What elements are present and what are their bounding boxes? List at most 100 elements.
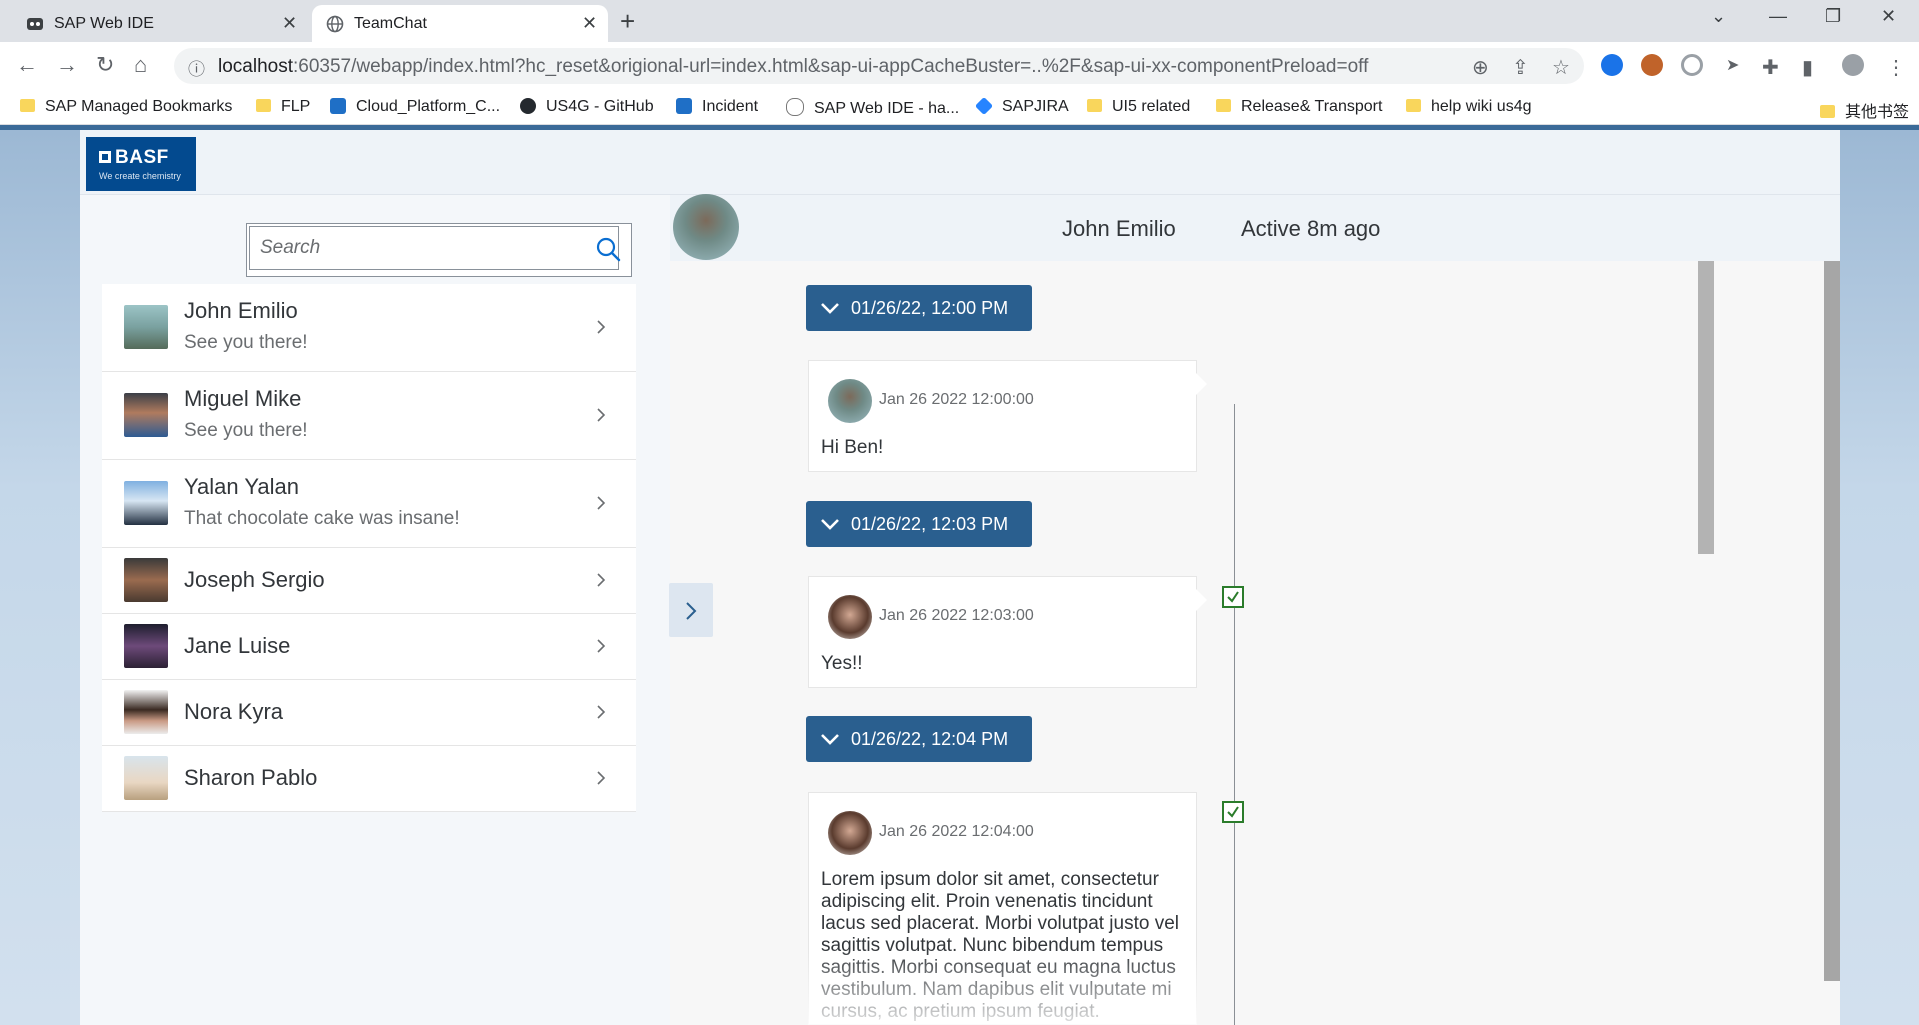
contact-name: Jane Luise bbox=[184, 633, 291, 658]
app-header bbox=[80, 130, 1840, 195]
message-date: Jan 26 2022 12:04:00 bbox=[879, 823, 1034, 840]
extension-edge-icon[interactable] bbox=[1601, 54, 1623, 76]
message-avatar bbox=[828, 595, 872, 639]
browser-tab-strip: SAP Web IDE ✕ TeamChat ✕ + ⌄ — ❐ ✕ bbox=[0, 0, 1919, 42]
bookmark-label: UI5 related bbox=[1112, 98, 1191, 115]
bookmark-star-icon[interactable]: ☆ bbox=[1552, 55, 1570, 80]
contact-item-nora-kyra[interactable]: Nora Kyra bbox=[102, 680, 636, 746]
timeline-line bbox=[1234, 404, 1235, 1025]
extension-circle-icon[interactable] bbox=[1681, 54, 1703, 76]
share-icon[interactable]: ⇪ bbox=[1512, 55, 1529, 80]
url-path: :60357/webapp/index.html?hc_reset&origio… bbox=[293, 56, 1369, 77]
contact-item-joseph-sergio[interactable]: Joseph Sergio bbox=[102, 548, 636, 614]
message-text: Yes!! bbox=[821, 653, 863, 674]
minimize-button[interactable]: — bbox=[1769, 6, 1787, 27]
browser-tab-teamchat[interactable]: TeamChat ✕ bbox=[312, 5, 608, 42]
chevron-down-icon bbox=[821, 303, 839, 314]
other-bookmarks[interactable]: 其他书签 bbox=[1820, 98, 1909, 122]
zoom-icon[interactable]: ⊕ bbox=[1472, 55, 1489, 80]
avatar bbox=[124, 393, 168, 437]
bookmark-item[interactable]: US4G - GitHub bbox=[520, 98, 654, 116]
bookmark-item[interactable]: Incident bbox=[676, 98, 758, 116]
contact-item-yalan-yalan[interactable]: Yalan Yalan That chocolate cake was insa… bbox=[102, 460, 636, 548]
contact-item-john-emilio[interactable]: John Emilio See you there! bbox=[102, 284, 636, 372]
bookmark-item[interactable]: FLP bbox=[256, 98, 310, 116]
chevron-right-icon bbox=[686, 602, 697, 620]
site-info-icon[interactable]: ⓘ bbox=[188, 55, 205, 80]
bookmark-label: Incident bbox=[702, 98, 759, 115]
contact-last-message: See you there! bbox=[184, 420, 308, 441]
chat-scrollbar-thumb[interactable] bbox=[1698, 261, 1714, 554]
side-panel-icon[interactable]: ▮ bbox=[1802, 55, 1813, 80]
search-icon[interactable] bbox=[595, 236, 621, 262]
avatar bbox=[124, 690, 168, 734]
read-checkbox[interactable] bbox=[1222, 801, 1244, 823]
extension-monkey-icon[interactable] bbox=[1641, 54, 1663, 76]
reload-icon[interactable]: ↻ bbox=[96, 52, 114, 78]
contact-item-miguel-mike[interactable]: Miguel Mike See you there! bbox=[102, 372, 636, 460]
contact-last-message: That chocolate cake was insane! bbox=[184, 508, 460, 529]
message-avatar bbox=[828, 379, 872, 423]
url-text[interactable]: localhost:60357/webapp/index.html?hc_res… bbox=[218, 56, 1368, 78]
home-icon[interactable]: ⌂ bbox=[134, 52, 147, 78]
tab-title: TeamChat bbox=[354, 15, 427, 32]
bookmark-item[interactable]: help wiki us4g bbox=[1406, 98, 1532, 116]
chevron-right-icon bbox=[597, 771, 606, 785]
bookmark-label: SAP Web IDE - ha... bbox=[814, 100, 960, 117]
new-tab-button[interactable]: + bbox=[620, 8, 635, 34]
bookmark-item[interactable]: SAPJIRA bbox=[974, 96, 1069, 116]
message-date: Jan 26 2022 12:03:00 bbox=[879, 607, 1034, 624]
page-scrollbar[interactable] bbox=[1824, 261, 1840, 981]
search-input[interactable] bbox=[249, 226, 619, 270]
avatar bbox=[124, 558, 168, 602]
folder-icon bbox=[1406, 99, 1421, 112]
read-checkbox[interactable] bbox=[1222, 586, 1244, 608]
timestamp-group-button[interactable]: 01/26/22, 12:00 PM bbox=[806, 285, 1032, 331]
close-tab-icon[interactable]: ✕ bbox=[582, 13, 597, 34]
message-card: Jan 26 2022 12:00:00 Hi Ben! bbox=[808, 360, 1207, 472]
chevron-right-icon bbox=[597, 496, 606, 510]
restore-button[interactable]: ❐ bbox=[1825, 6, 1841, 27]
bookmark-label: Release& Transport bbox=[1241, 98, 1383, 115]
forward-icon[interactable]: → bbox=[56, 52, 78, 78]
bookmark-item[interactable]: SAP Managed Bookmarks bbox=[20, 98, 232, 116]
expand-master-button[interactable] bbox=[669, 583, 713, 637]
profile-avatar-icon[interactable] bbox=[1842, 54, 1864, 76]
folder-icon bbox=[1216, 99, 1231, 112]
message-card: Jan 26 2022 12:04:00 Lorem ipsum dolor s… bbox=[808, 792, 1197, 1025]
bookmark-item[interactable]: Release& Transport bbox=[1216, 98, 1382, 116]
timestamp-group-label: 01/26/22, 12:04 PM bbox=[851, 729, 1009, 749]
folder-icon bbox=[1087, 99, 1102, 112]
bookmark-label: SAP Managed Bookmarks bbox=[45, 98, 233, 115]
browser-tab-sap-web-ide[interactable]: SAP Web IDE ✕ bbox=[8, 5, 310, 42]
timestamp-group-button[interactable]: 01/26/22, 12:04 PM bbox=[806, 716, 1032, 762]
avatar bbox=[124, 756, 168, 800]
sap-icon bbox=[676, 98, 692, 114]
back-icon[interactable]: ← bbox=[16, 52, 38, 78]
bookmark-item[interactable]: UI5 related bbox=[1087, 98, 1190, 116]
contact-item-jane-luise[interactable]: Jane Luise bbox=[102, 614, 636, 680]
tab-search-icon[interactable]: ⌄ bbox=[1711, 6, 1726, 27]
close-window-button[interactable]: ✕ bbox=[1881, 6, 1896, 27]
cursor-extension-icon[interactable]: ➤ bbox=[1726, 55, 1739, 75]
menu-kebab-icon[interactable]: ⋮ bbox=[1886, 55, 1906, 80]
globe-icon bbox=[326, 15, 344, 33]
contact-name: Miguel Mike bbox=[184, 386, 302, 411]
logo-text: BASF bbox=[115, 147, 169, 168]
timestamp-group-button[interactable]: 01/26/22, 12:03 PM bbox=[806, 501, 1032, 547]
contact-name: Nora Kyra bbox=[184, 699, 284, 724]
timestamp-group-label: 01/26/22, 12:00 PM bbox=[851, 298, 1009, 318]
contact-item-sharon-pablo[interactable]: Sharon Pablo bbox=[102, 746, 636, 812]
bookmarks-bar: SAP Managed Bookmarks FLP Cloud_Platform… bbox=[0, 90, 1919, 125]
chevron-right-icon bbox=[597, 408, 606, 422]
basf-logo: BASF We create chemistry bbox=[86, 137, 196, 191]
avatar bbox=[124, 481, 168, 525]
bookmark-item[interactable]: Cloud_Platform_C... bbox=[330, 98, 500, 116]
extensions-puzzle-icon[interactable]: ✚ bbox=[1762, 55, 1779, 80]
search-field bbox=[246, 223, 632, 277]
message-date: Jan 26 2022 12:00:00 bbox=[879, 391, 1034, 408]
message-card: Jan 26 2022 12:03:00 Yes!! bbox=[808, 576, 1207, 688]
close-tab-icon[interactable]: ✕ bbox=[282, 13, 297, 34]
folder-icon bbox=[20, 99, 35, 112]
bookmark-item[interactable]: SAP Web IDE - ha... bbox=[786, 98, 959, 118]
